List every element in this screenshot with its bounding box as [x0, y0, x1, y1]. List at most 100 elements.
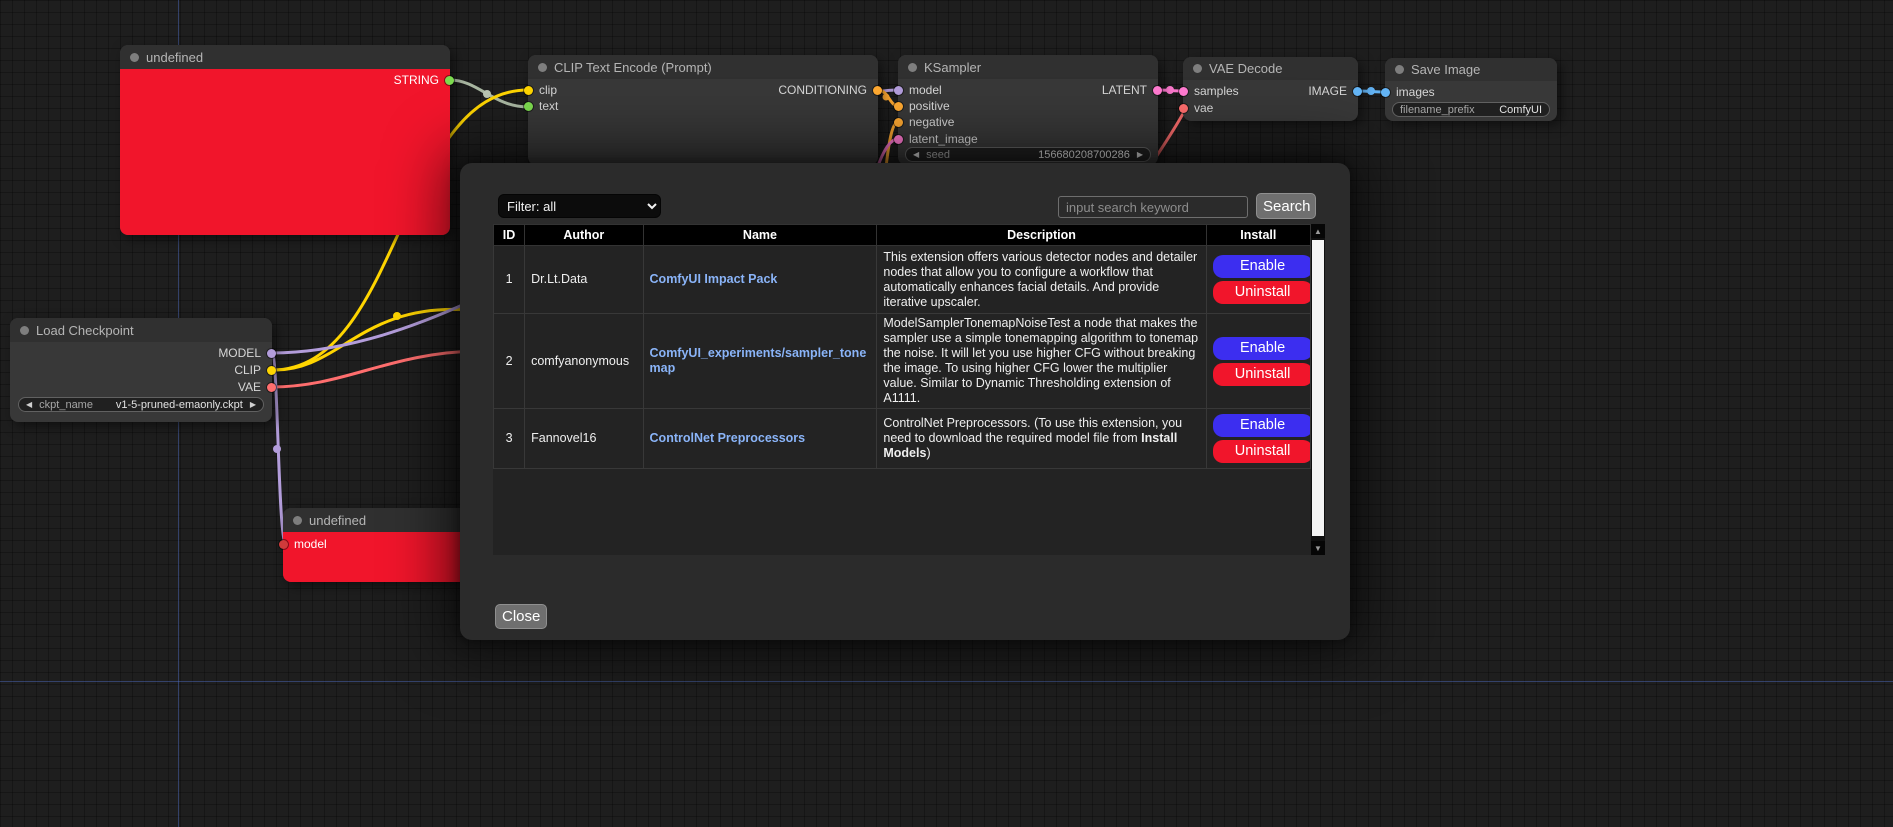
- header-name: Name: [643, 225, 877, 246]
- filename-prefix-widget[interactable]: filename_prefix ComfyUI: [1392, 102, 1550, 117]
- filter-dropdown[interactable]: Filter: all: [498, 194, 661, 218]
- socket-string-output[interactable]: [445, 76, 454, 85]
- ckpt-name-widget[interactable]: ◀ ckpt_name v1-5-pruned-emaonly.ckpt ▶: [18, 397, 264, 412]
- slot-label-conditioning: CONDITIONING: [778, 83, 867, 97]
- socket-clip-input[interactable]: [524, 86, 533, 95]
- socket-vae-input[interactable]: [1179, 104, 1188, 113]
- uninstall-button[interactable]: Uninstall: [1213, 363, 1313, 386]
- decrement-icon[interactable]: ◀: [26, 401, 32, 409]
- socket-model-input[interactable]: [894, 86, 903, 95]
- slot-label-samples: samples: [1194, 84, 1239, 98]
- node-undefined-top[interactable]: undefined STRING: [120, 45, 450, 235]
- node-collapse-dot[interactable]: [1193, 64, 1202, 73]
- seed-widget[interactable]: ◀ seed 156680208700286 ▶: [905, 147, 1151, 162]
- node-title-bar[interactable]: undefined: [120, 45, 450, 69]
- link-midpoint-dot: [483, 90, 491, 98]
- slot-label-text: text: [539, 99, 558, 113]
- scroll-up-icon[interactable]: ▲: [1311, 224, 1325, 238]
- slot-label-clip: clip: [539, 83, 557, 97]
- cell-id: 3: [494, 409, 525, 469]
- enable-button[interactable]: Enable: [1213, 337, 1313, 360]
- node-title-bar[interactable]: Save Image: [1385, 58, 1557, 81]
- socket-vae-output[interactable]: [267, 383, 276, 392]
- socket-images-input[interactable]: [1381, 88, 1390, 97]
- cell-description: ModelSamplerTonemapNoiseTest a node that…: [877, 314, 1206, 409]
- node-title: Load Checkpoint: [36, 323, 134, 338]
- scrollbar-thumb[interactable]: [1312, 240, 1324, 536]
- enable-button[interactable]: Enable: [1213, 255, 1313, 278]
- table-row: 1 Dr.Lt.Data ComfyUI Impact Pack This ex…: [494, 246, 1311, 314]
- node-clip-text-encode[interactable]: CLIP Text Encode (Prompt) clip text COND…: [528, 55, 878, 165]
- socket-negative-input[interactable]: [894, 118, 903, 127]
- search-input[interactable]: [1058, 196, 1248, 218]
- node-collapse-dot[interactable]: [538, 63, 547, 72]
- node-title: CLIP Text Encode (Prompt): [554, 60, 712, 75]
- node-title-bar[interactable]: undefined: [283, 508, 475, 532]
- extensions-table: ID Author Name Description Install 1 Dr.…: [493, 224, 1311, 469]
- socket-latent-output[interactable]: [1153, 86, 1162, 95]
- link-midpoint-dot: [1367, 87, 1375, 95]
- cell-id: 2: [494, 314, 525, 409]
- slot-label-vae: vae: [1194, 101, 1213, 115]
- table-row: 3 Fannovel16 ControlNet Preprocessors Co…: [494, 409, 1311, 469]
- node-title-bar[interactable]: Load Checkpoint: [10, 318, 272, 342]
- node-ksampler[interactable]: KSampler model positive negative latent_…: [898, 55, 1158, 165]
- header-author: Author: [525, 225, 643, 246]
- node-title: VAE Decode: [1209, 61, 1282, 76]
- node-load-checkpoint[interactable]: Load Checkpoint MODEL CLIP VAE ◀ ckpt_na…: [10, 318, 272, 422]
- ckpt-name-value: v1-5-pruned-emaonly.ckpt: [116, 399, 243, 411]
- increment-icon[interactable]: ▶: [1137, 151, 1143, 159]
- socket-latent-image-input[interactable]: [894, 135, 903, 144]
- socket-clip-output[interactable]: [267, 366, 276, 375]
- node-vae-decode[interactable]: VAE Decode samples vae IMAGE: [1183, 57, 1358, 121]
- node-collapse-dot[interactable]: [1395, 65, 1404, 74]
- socket-model-output[interactable]: [267, 349, 276, 358]
- socket-conditioning-output[interactable]: [873, 86, 882, 95]
- node-collapse-dot[interactable]: [130, 53, 139, 62]
- ckpt-name-label: ckpt_name: [39, 399, 93, 411]
- search-button[interactable]: Search: [1256, 193, 1316, 219]
- socket-samples-input[interactable]: [1179, 87, 1188, 96]
- table-scrollbar[interactable]: ▲ ▼: [1311, 224, 1325, 555]
- socket-image-output[interactable]: [1353, 87, 1362, 96]
- link-midpoint-dot: [883, 94, 890, 101]
- uninstall-button[interactable]: Uninstall: [1213, 440, 1313, 463]
- seed-widget-label: seed: [926, 149, 950, 161]
- node-save-image[interactable]: Save Image images filename_prefix ComfyU…: [1385, 58, 1557, 121]
- slot-label-clip-out: CLIP: [234, 363, 261, 377]
- node-title: Save Image: [1411, 62, 1480, 77]
- decrement-icon[interactable]: ◀: [913, 151, 919, 159]
- socket-model-input[interactable]: [279, 540, 288, 549]
- cell-author: comfyanonymous: [525, 314, 643, 409]
- cell-author: Fannovel16: [525, 409, 643, 469]
- node-collapse-dot[interactable]: [293, 516, 302, 525]
- header-description: Description: [877, 225, 1206, 246]
- filename-prefix-label: filename_prefix: [1400, 104, 1475, 116]
- node-undefined-bottom[interactable]: undefined model: [283, 508, 475, 582]
- node-title-bar[interactable]: VAE Decode: [1183, 57, 1358, 80]
- node-collapse-dot[interactable]: [20, 326, 29, 335]
- node-title-bar[interactable]: CLIP Text Encode (Prompt): [528, 55, 878, 79]
- enable-button[interactable]: Enable: [1213, 414, 1313, 437]
- wire-vae-out: [272, 351, 480, 387]
- close-button[interactable]: Close: [495, 604, 547, 629]
- extension-link[interactable]: ComfyUI_experiments/sampler_tonemap: [650, 346, 867, 375]
- socket-text-input[interactable]: [524, 102, 533, 111]
- table-header-row: ID Author Name Description Install: [494, 225, 1311, 246]
- header-install: Install: [1206, 225, 1310, 246]
- link-midpoint-dot: [273, 445, 281, 453]
- increment-icon[interactable]: ▶: [250, 401, 256, 409]
- uninstall-button[interactable]: Uninstall: [1213, 281, 1313, 304]
- table-row: 2 comfyanonymous ComfyUI_experiments/sam…: [494, 314, 1311, 409]
- slot-label-model: model: [909, 83, 942, 97]
- socket-positive-input[interactable]: [894, 102, 903, 111]
- slot-label-latent: LATENT: [1102, 83, 1147, 97]
- extension-link[interactable]: ComfyUI Impact Pack: [650, 272, 778, 286]
- node-title-bar[interactable]: KSampler: [898, 55, 1158, 79]
- scroll-down-icon[interactable]: ▼: [1311, 541, 1325, 555]
- link-midpoint-dot: [393, 312, 401, 320]
- header-id: ID: [494, 225, 525, 246]
- node-collapse-dot[interactable]: [908, 63, 917, 72]
- extension-link[interactable]: ControlNet Preprocessors: [650, 431, 806, 445]
- custom-nodes-manager-dialog: Filter: all Search ID Author Name Descri…: [460, 163, 1350, 640]
